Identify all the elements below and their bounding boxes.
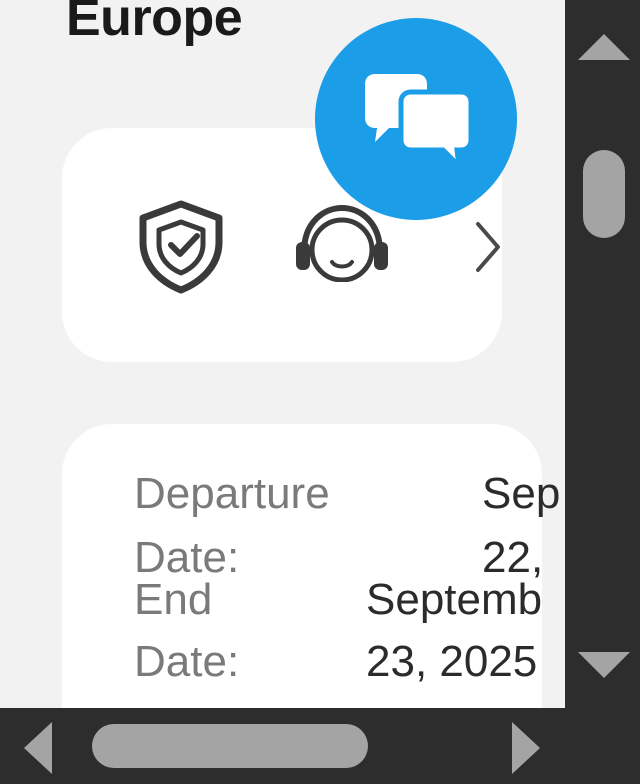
- horizontal-scroll-thumb[interactable]: [92, 724, 368, 768]
- scroll-down-arrow-icon[interactable]: [578, 652, 630, 678]
- scroll-left-arrow-icon[interactable]: [24, 722, 52, 774]
- page-viewport: Europe Departure Date: Sep 22, End Date:…: [0, 0, 565, 708]
- end-date-label: End: [134, 575, 213, 624]
- end-date-label-cont: Date:: [134, 637, 240, 686]
- departure-date-value: Sep: [482, 469, 561, 518]
- end-date-value-cont: 23, 2025: [366, 637, 538, 686]
- departure-date-label: Departure: [134, 469, 330, 518]
- scroll-up-arrow-icon[interactable]: [578, 34, 630, 60]
- vertical-scroll-thumb[interactable]: [583, 150, 625, 238]
- chat-bubbles-icon: [365, 74, 474, 173]
- scroll-right-arrow-icon[interactable]: [512, 722, 540, 774]
- vertical-scrollbar[interactable]: [565, 0, 640, 708]
- customer-support-icon[interactable]: [290, 204, 394, 283]
- chat-button[interactable]: [315, 18, 517, 220]
- shield-check-icon[interactable]: [135, 198, 227, 294]
- scrollbar-corner: [565, 708, 640, 784]
- end-date-value: Septemb: [366, 575, 543, 624]
- region-title: Europe: [66, 0, 243, 47]
- chevron-right-icon[interactable]: [470, 218, 504, 276]
